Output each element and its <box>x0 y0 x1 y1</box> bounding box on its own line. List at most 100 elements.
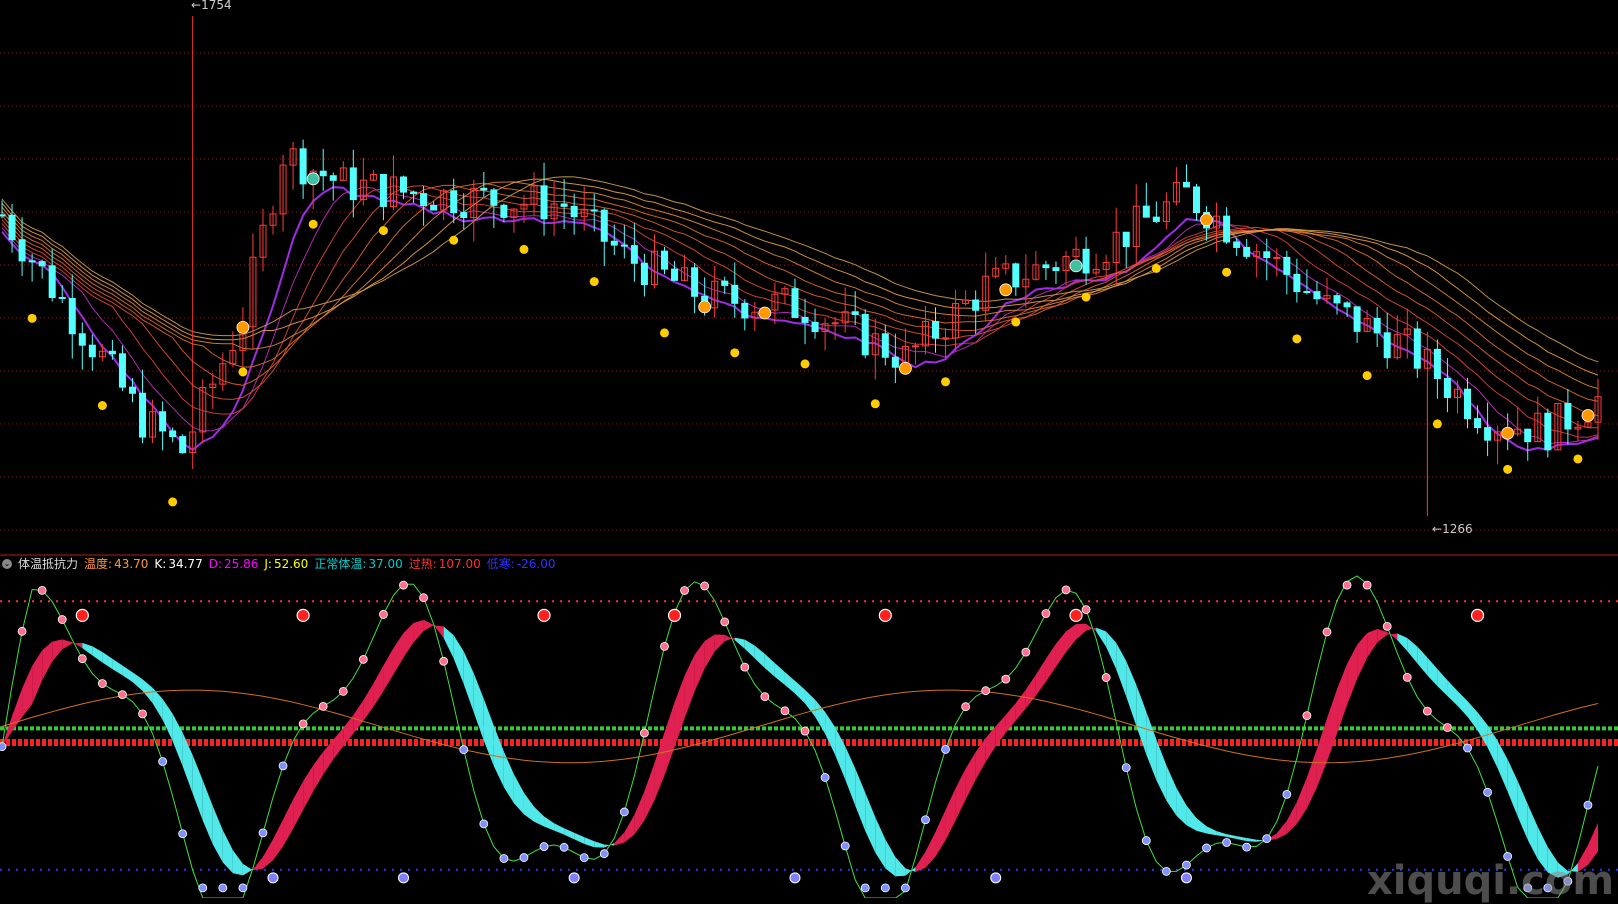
candle-body <box>1524 428 1532 443</box>
legend-label: J: <box>264 557 272 571</box>
kd-fill <box>162 698 173 742</box>
indicator-legend: ⌄ 体温抵抗力 温度: 43.70 K: 34.77 D: 25.86 J: 52.60 正常体… <box>0 556 556 572</box>
kd-fill <box>935 809 946 857</box>
plus-marker <box>1470 608 1485 622</box>
plus-marker <box>537 608 551 622</box>
kd-fill <box>704 634 715 669</box>
kd-fill <box>1116 642 1127 697</box>
kd-fill <box>32 650 43 705</box>
candle-body <box>1082 248 1090 274</box>
j-marker <box>780 706 790 716</box>
candle-body <box>942 337 950 340</box>
kd-fill <box>172 713 183 767</box>
collapse-icon[interactable]: ⌄ <box>2 559 12 569</box>
kd-fill <box>734 637 745 649</box>
j-marker <box>1121 763 1131 773</box>
kd-fill <box>794 680 806 704</box>
candle-body <box>881 333 889 358</box>
j-marker <box>1342 580 1352 590</box>
legend-value: 43.70 <box>114 557 149 571</box>
kd-fill <box>283 799 294 847</box>
kd-fill <box>694 640 705 692</box>
signal-dot <box>378 226 388 236</box>
legend-value: 107.00 <box>438 557 481 571</box>
candle-body <box>430 204 438 211</box>
kd-fill <box>503 751 514 804</box>
signal-dot <box>308 219 318 229</box>
j-marker <box>700 581 710 591</box>
legend-label: D: <box>208 557 222 571</box>
j-marker <box>941 745 950 754</box>
j-marker <box>218 883 228 893</box>
j-marker <box>840 841 850 851</box>
candle-body <box>560 203 568 207</box>
kd-fill <box>1457 690 1468 717</box>
candle-body <box>118 353 126 388</box>
candle-body <box>48 265 56 298</box>
kd-fill <box>22 666 33 718</box>
kd-fill <box>915 851 926 872</box>
j-marker <box>499 854 509 863</box>
kd-fill <box>383 647 394 692</box>
plus-marker <box>1069 608 1083 622</box>
j-marker <box>539 842 549 851</box>
signal-dot <box>1432 419 1442 429</box>
candle-body <box>660 250 668 270</box>
j-marker <box>419 593 428 603</box>
j-marker <box>459 745 469 755</box>
signal-dot <box>941 377 951 387</box>
kd-fill <box>1236 836 1247 842</box>
j-marker <box>619 807 629 817</box>
legend-value: 52.60 <box>273 557 309 571</box>
j-marker <box>660 641 669 651</box>
plus-marker <box>296 608 310 622</box>
kd-fill <box>1407 638 1418 664</box>
kd-fill <box>222 830 233 874</box>
kd-fill <box>273 819 284 861</box>
kd-fill <box>1146 711 1157 781</box>
kd-fill <box>885 839 896 877</box>
candle-body <box>1293 273 1301 293</box>
j-marker <box>399 580 408 590</box>
ma-line <box>1 176 1599 363</box>
candle-body <box>450 190 458 214</box>
kd-fill <box>303 765 314 810</box>
ma-line <box>1 178 1599 376</box>
signal-dot <box>1573 454 1583 464</box>
signal-badge <box>999 283 1013 297</box>
candle-body <box>1383 332 1391 359</box>
candle-body <box>329 175 337 181</box>
candle-body <box>731 284 739 304</box>
kd-fill <box>1497 740 1508 792</box>
j-marker <box>1161 866 1171 876</box>
legend-value: 34.77 <box>168 557 203 571</box>
kd-fill <box>1487 725 1498 769</box>
j-marker <box>1242 842 1252 852</box>
temperature-line <box>1 689 1599 764</box>
kd-fill <box>1076 623 1087 640</box>
kd-fill <box>1377 629 1388 643</box>
candle-body <box>911 345 919 348</box>
kd-fill <box>644 762 655 821</box>
candle-body <box>1263 251 1271 259</box>
candle-body <box>38 261 46 267</box>
kd-fill <box>574 832 585 844</box>
kd-fill <box>1527 804 1538 860</box>
kd-fill <box>784 672 795 694</box>
candle-body <box>851 311 859 315</box>
kd-fill <box>1106 631 1117 670</box>
j-marker <box>1382 621 1392 631</box>
j-marker <box>1282 789 1292 799</box>
candle-body <box>610 240 618 246</box>
kd-fill <box>955 768 966 821</box>
indicator-title[interactable]: 体温抵抗力 <box>18 556 78 572</box>
candle-body <box>1564 402 1572 430</box>
j-marker <box>740 662 750 672</box>
indicator-series <box>1 575 1599 898</box>
kd-fill <box>313 751 324 792</box>
j-marker <box>820 773 830 782</box>
chart-canvas[interactable] <box>0 0 1618 898</box>
kd-fill <box>1296 777 1307 824</box>
high-price-value: 1754 <box>201 0 232 12</box>
candle-body <box>1243 246 1251 257</box>
